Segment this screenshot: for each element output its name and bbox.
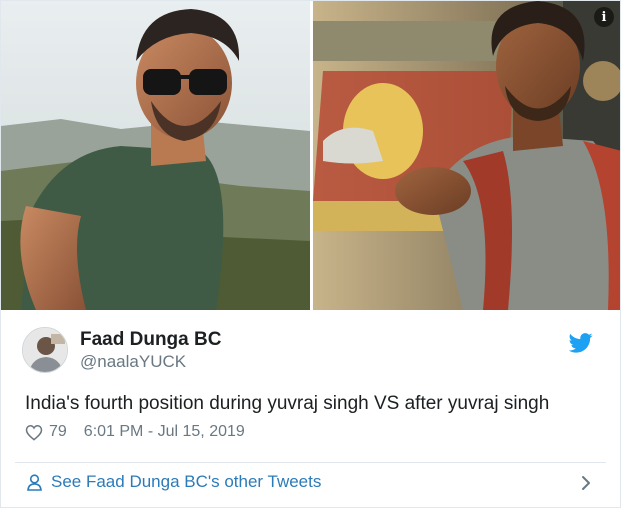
chevron-right-icon[interactable] [580, 475, 592, 491]
tweet-text: India's fourth position during yuvraj si… [25, 393, 550, 414]
avatar[interactable] [22, 327, 68, 373]
divider [15, 462, 606, 463]
tweet-meta: 79 6:01 PM - Jul 15, 2019 [25, 423, 245, 441]
author-display-name[interactable]: Faad Dunga BC [80, 328, 221, 351]
see-other-tweets-link[interactable]: See Faad Dunga BC's other Tweets [27, 472, 321, 492]
media-photo-left[interactable] [1, 1, 310, 310]
twitter-bird-icon[interactable] [569, 333, 593, 353]
media-photo-right[interactable]: i [313, 1, 620, 310]
see-other-tweets-label: See Faad Dunga BC's other Tweets [51, 472, 322, 491]
author-handle[interactable]: @naalaYUCK [80, 351, 221, 372]
tweet-timestamp[interactable]: 6:01 PM - Jul 15, 2019 [84, 423, 245, 441]
tweet-media[interactable]: i [1, 1, 620, 310]
heart-icon[interactable] [25, 424, 43, 441]
embedded-tweet-card: i Faad Dunga BC @naalaYUCK India's fourt… [0, 0, 621, 508]
like-count[interactable]: 79 [49, 423, 67, 441]
tweet-author[interactable]: Faad Dunga BC @naalaYUCK [22, 327, 221, 373]
info-icon[interactable]: i [594, 7, 614, 27]
person-icon [27, 473, 42, 491]
